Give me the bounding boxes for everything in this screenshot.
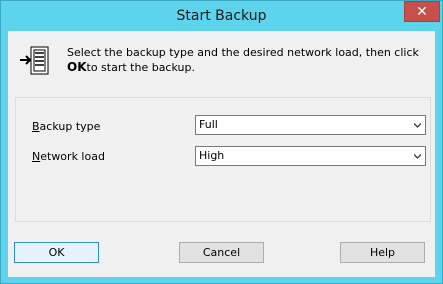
close-icon: ✕ — [416, 3, 428, 20]
backup-type-value: Full — [199, 118, 218, 131]
dialog-client-area: Select the backup type and the desired n… — [8, 31, 435, 277]
close-button[interactable]: ✕ — [404, 1, 440, 22]
start-backup-dialog: Start Backup ✕ Select the backup type an… — [0, 0, 443, 284]
network-load-label: Network load — [32, 150, 105, 163]
network-load-select[interactable]: High — [195, 146, 426, 166]
backup-type-label: Backup type — [32, 120, 101, 133]
instruction-text: Select the backup type and the desired n… — [67, 46, 419, 74]
backup-transfer-icon — [20, 46, 49, 75]
options-panel: Backup type Full Network load High — [15, 97, 431, 222]
title-bar[interactable]: Start Backup ✕ — [1, 1, 442, 31]
window-title: Start Backup — [176, 8, 267, 24]
chevron-down-icon — [414, 123, 421, 128]
help-button[interactable]: Help — [340, 242, 425, 263]
instruction-header: Select the backup type and the desired n… — [8, 31, 435, 87]
ok-button[interactable]: OK — [14, 242, 99, 263]
chevron-down-icon — [414, 154, 421, 159]
backup-type-select[interactable]: Full — [195, 115, 426, 135]
network-load-value: High — [199, 149, 225, 162]
ok-emphasis: OK — [67, 60, 87, 74]
cancel-button[interactable]: Cancel — [179, 242, 264, 263]
